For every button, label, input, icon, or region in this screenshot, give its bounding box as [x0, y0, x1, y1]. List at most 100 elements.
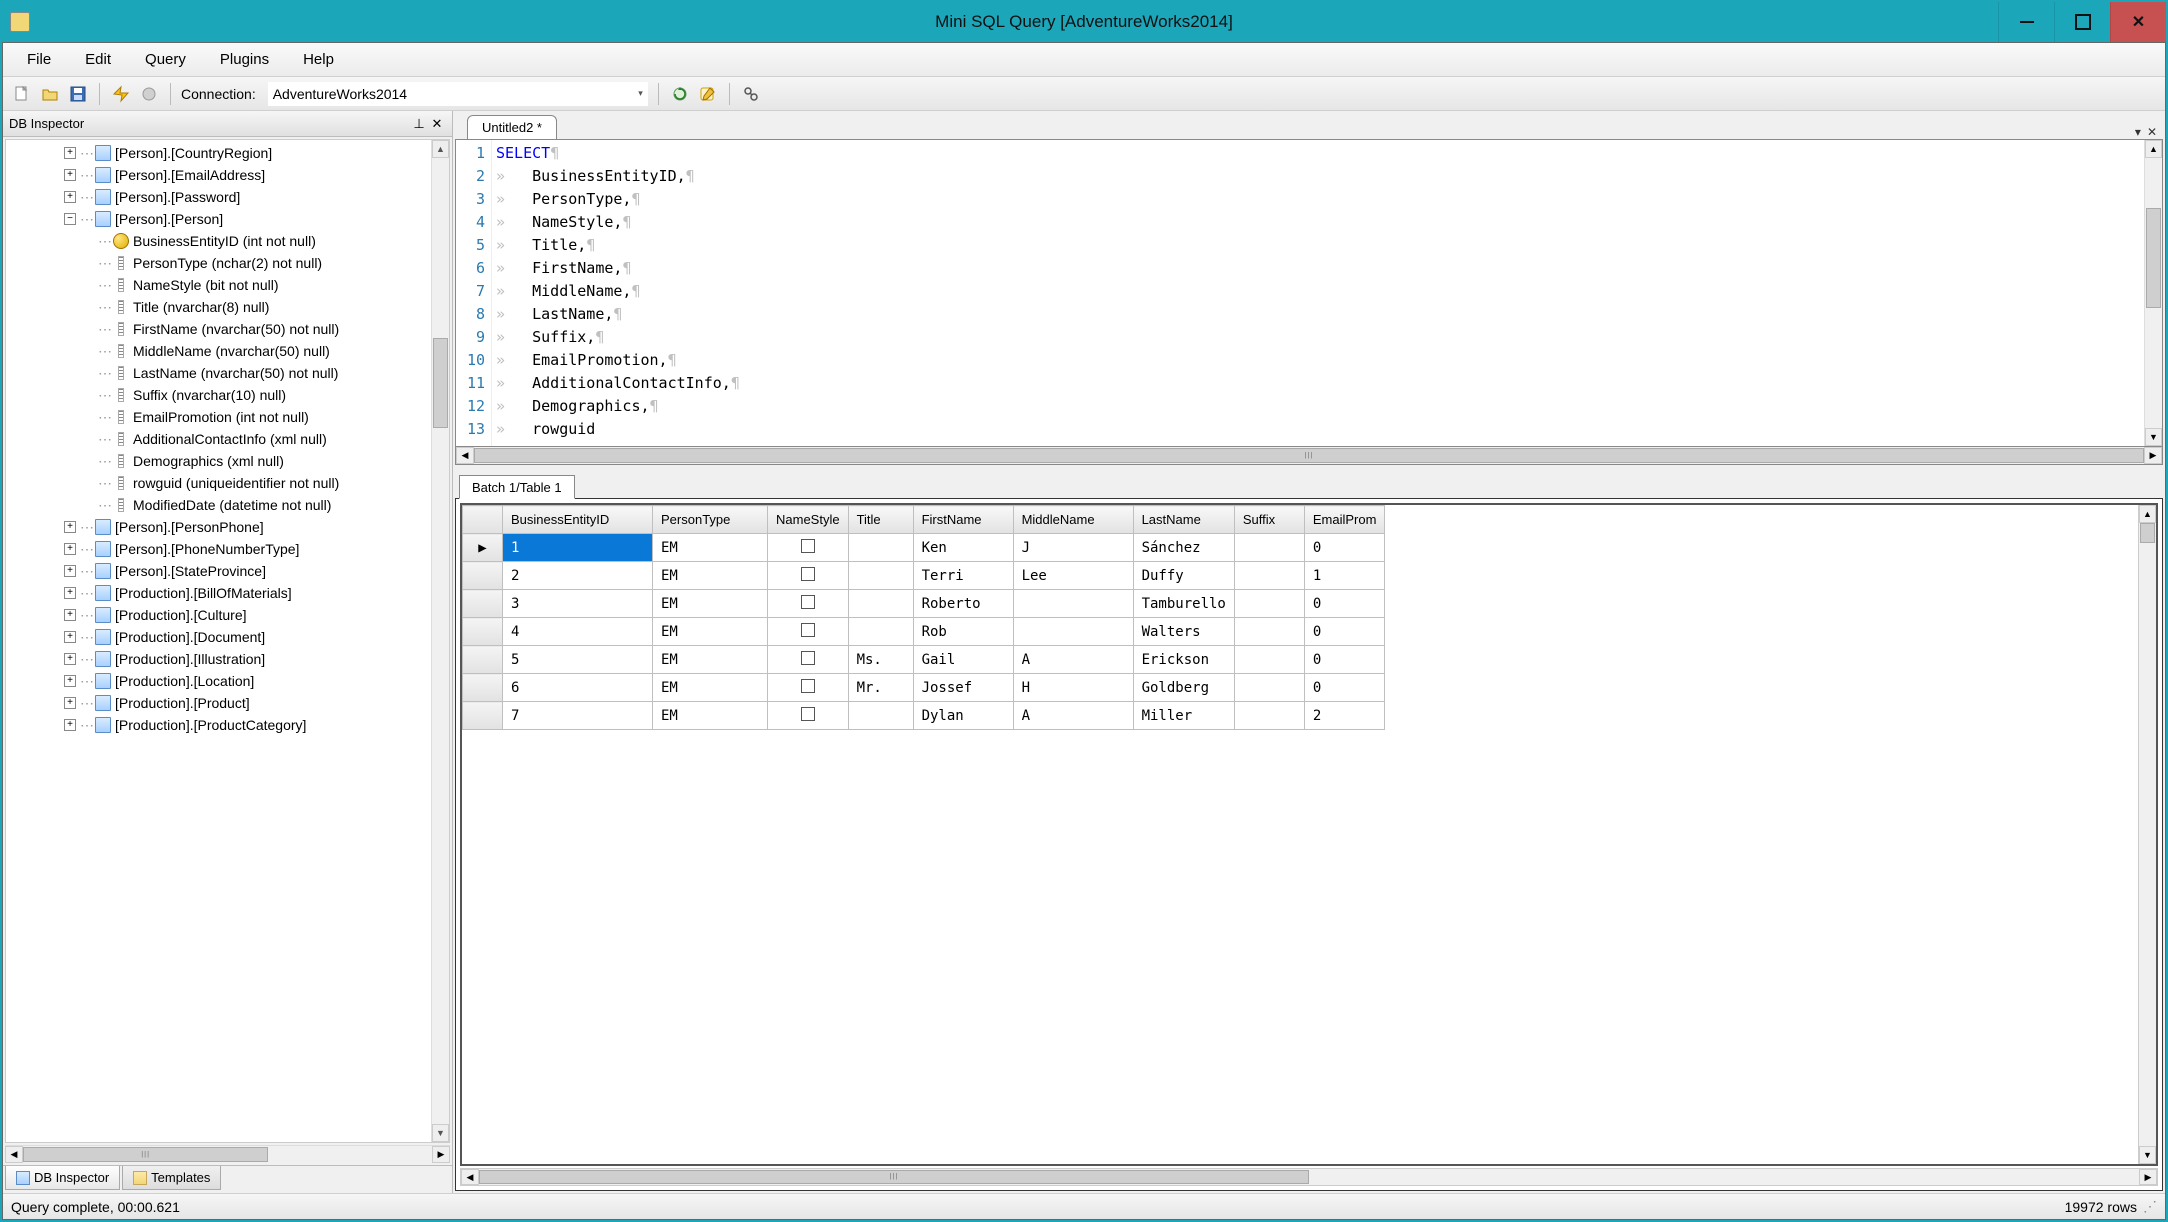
grid-cell[interactable]: 0 [1304, 646, 1385, 674]
expand-icon[interactable]: + [64, 631, 76, 643]
checkbox-icon[interactable] [801, 651, 815, 665]
grid-cell[interactable]: EM [653, 646, 768, 674]
tree-view[interactable]: +⋯[Person].[CountryRegion]+⋯[Person].[Em… [6, 140, 431, 1142]
grid-cell[interactable]: 0 [1304, 534, 1385, 562]
column-header[interactable]: MiddleName [1013, 506, 1133, 534]
expand-icon[interactable]: + [64, 675, 76, 687]
expand-icon[interactable]: + [64, 521, 76, 533]
grid-cell[interactable]: EM [653, 562, 768, 590]
editor-vertical-scrollbar[interactable]: ▲ ▼ [2144, 140, 2162, 446]
tree-node[interactable]: ⋯FirstName (nvarchar(50) not null) [6, 318, 431, 340]
grid-cell[interactable]: Miller [1133, 702, 1234, 730]
checkbox-icon[interactable] [801, 679, 815, 693]
grid-cell[interactable]: 2 [1304, 702, 1385, 730]
grid-cell[interactable]: 0 [1304, 674, 1385, 702]
expand-icon[interactable]: + [64, 697, 76, 709]
menu-query[interactable]: Query [131, 47, 200, 72]
grid-cell[interactable] [768, 590, 849, 618]
expand-icon[interactable]: + [64, 191, 76, 203]
scroll-left-icon[interactable]: ◀ [5, 1146, 23, 1163]
open-folder-icon[interactable] [39, 83, 61, 105]
grid-cell[interactable]: 0 [1304, 618, 1385, 646]
collapse-icon[interactable]: − [64, 213, 76, 225]
grid-cell[interactable] [768, 534, 849, 562]
grid-cell[interactable]: 4 [503, 618, 653, 646]
scroll-left-icon[interactable]: ◀ [461, 1169, 479, 1185]
expand-icon[interactable]: + [64, 565, 76, 577]
titlebar[interactable]: Mini SQL Query [AdventureWorks2014] [2, 2, 2166, 42]
grid-cell[interactable] [768, 646, 849, 674]
tree-node[interactable]: ⋯Suffix (nvarchar(10) null) [6, 384, 431, 406]
tree-node[interactable]: +⋯[Production].[Location] [6, 670, 431, 692]
refresh-connection-icon[interactable] [669, 83, 691, 105]
grid-cell[interactable]: Mr. [848, 674, 913, 702]
grid-cell[interactable] [768, 562, 849, 590]
edit-connection-icon[interactable] [697, 83, 719, 105]
scroll-thumb[interactable] [2140, 523, 2155, 543]
tree-node[interactable]: +⋯[Production].[Illustration] [6, 648, 431, 670]
connection-dropdown[interactable]: AdventureWorks2014 ▾ [268, 82, 648, 106]
grid-horizontal-scrollbar[interactable]: ◀ ▶ [460, 1168, 2158, 1186]
tree-node[interactable]: +⋯[Person].[PhoneNumberType] [6, 538, 431, 560]
grid-cell[interactable]: 6 [503, 674, 653, 702]
table-row[interactable]: 3EMRobertoTamburello0 [463, 590, 1385, 618]
tree-node[interactable]: +⋯[Production].[ProductCategory] [6, 714, 431, 736]
tree-node[interactable]: +⋯[Person].[StateProvince] [6, 560, 431, 582]
grid-cell[interactable]: H [1013, 674, 1133, 702]
tree-node[interactable]: ⋯EmailPromotion (int not null) [6, 406, 431, 428]
grid-cell[interactable]: 7 [503, 702, 653, 730]
grid-cell[interactable]: Gail [913, 646, 1013, 674]
grid-cell[interactable]: Tamburello [1133, 590, 1234, 618]
grid-cell[interactable] [768, 618, 849, 646]
expand-icon[interactable]: + [64, 653, 76, 665]
table-row[interactable]: 4EMRobWalters0 [463, 618, 1385, 646]
tree-node[interactable]: +⋯[Production].[Culture] [6, 604, 431, 626]
maximize-button[interactable] [2054, 2, 2110, 42]
tab-menu-icon[interactable]: ▾ [2135, 125, 2141, 139]
tree-node[interactable]: +⋯[Production].[Document] [6, 626, 431, 648]
grid-cell[interactable] [848, 562, 913, 590]
grid-cell[interactable]: 5 [503, 646, 653, 674]
grid-cell[interactable]: 3 [503, 590, 653, 618]
resize-grip-icon[interactable]: ⋰ [2143, 1198, 2157, 1215]
grid-cell[interactable] [848, 702, 913, 730]
grid-cell[interactable]: 0 [1304, 590, 1385, 618]
grid-cell[interactable] [1234, 590, 1304, 618]
grid-cell[interactable]: 1 [503, 534, 653, 562]
tree-horizontal-scrollbar[interactable]: ◀ ▶ [5, 1145, 450, 1163]
scroll-right-icon[interactable]: ▶ [432, 1146, 450, 1163]
menu-edit[interactable]: Edit [71, 47, 125, 72]
grid-cell[interactable] [1234, 674, 1304, 702]
menu-file[interactable]: File [13, 47, 65, 72]
scroll-down-icon[interactable]: ▼ [432, 1124, 449, 1142]
scroll-right-icon[interactable]: ▶ [2139, 1169, 2157, 1185]
grid-cell[interactable]: Duffy [1133, 562, 1234, 590]
expand-icon[interactable]: + [64, 543, 76, 555]
tree-node[interactable]: +⋯[Person].[EmailAddress] [6, 164, 431, 186]
tree-node[interactable]: ⋯MiddleName (nvarchar(50) null) [6, 340, 431, 362]
column-header[interactable]: FirstName [913, 506, 1013, 534]
table-row[interactable]: 6EMMr.JossefHGoldberg0 [463, 674, 1385, 702]
scroll-thumb[interactable] [23, 1147, 268, 1162]
grid-cell[interactable]: Rob [913, 618, 1013, 646]
expand-icon[interactable]: + [64, 587, 76, 599]
grid-cell[interactable] [1013, 618, 1133, 646]
grid-cell[interactable]: 2 [503, 562, 653, 590]
panel-close-icon[interactable]: ✕ [428, 116, 446, 132]
grid-cell[interactable] [848, 590, 913, 618]
grid-cell[interactable]: EM [653, 590, 768, 618]
checkbox-icon[interactable] [801, 707, 815, 721]
table-row[interactable]: 2EMTerriLeeDuffy1 [463, 562, 1385, 590]
scroll-up-icon[interactable]: ▲ [2139, 505, 2156, 523]
tree-node[interactable]: ⋯BusinessEntityID (int not null) [6, 230, 431, 252]
grid-cell[interactable]: Ms. [848, 646, 913, 674]
column-header[interactable]: EmailProm [1304, 506, 1385, 534]
grid-vertical-scrollbar[interactable]: ▲ ▼ [2138, 505, 2156, 1164]
grid-cell[interactable] [1234, 702, 1304, 730]
scroll-up-icon[interactable]: ▲ [432, 140, 449, 158]
grid-cell[interactable]: A [1013, 646, 1133, 674]
tab-close-icon[interactable]: ✕ [2147, 125, 2157, 139]
grid-cell[interactable] [1013, 590, 1133, 618]
tree-node[interactable]: ⋯LastName (nvarchar(50) not null) [6, 362, 431, 384]
grid-cell[interactable] [848, 534, 913, 562]
